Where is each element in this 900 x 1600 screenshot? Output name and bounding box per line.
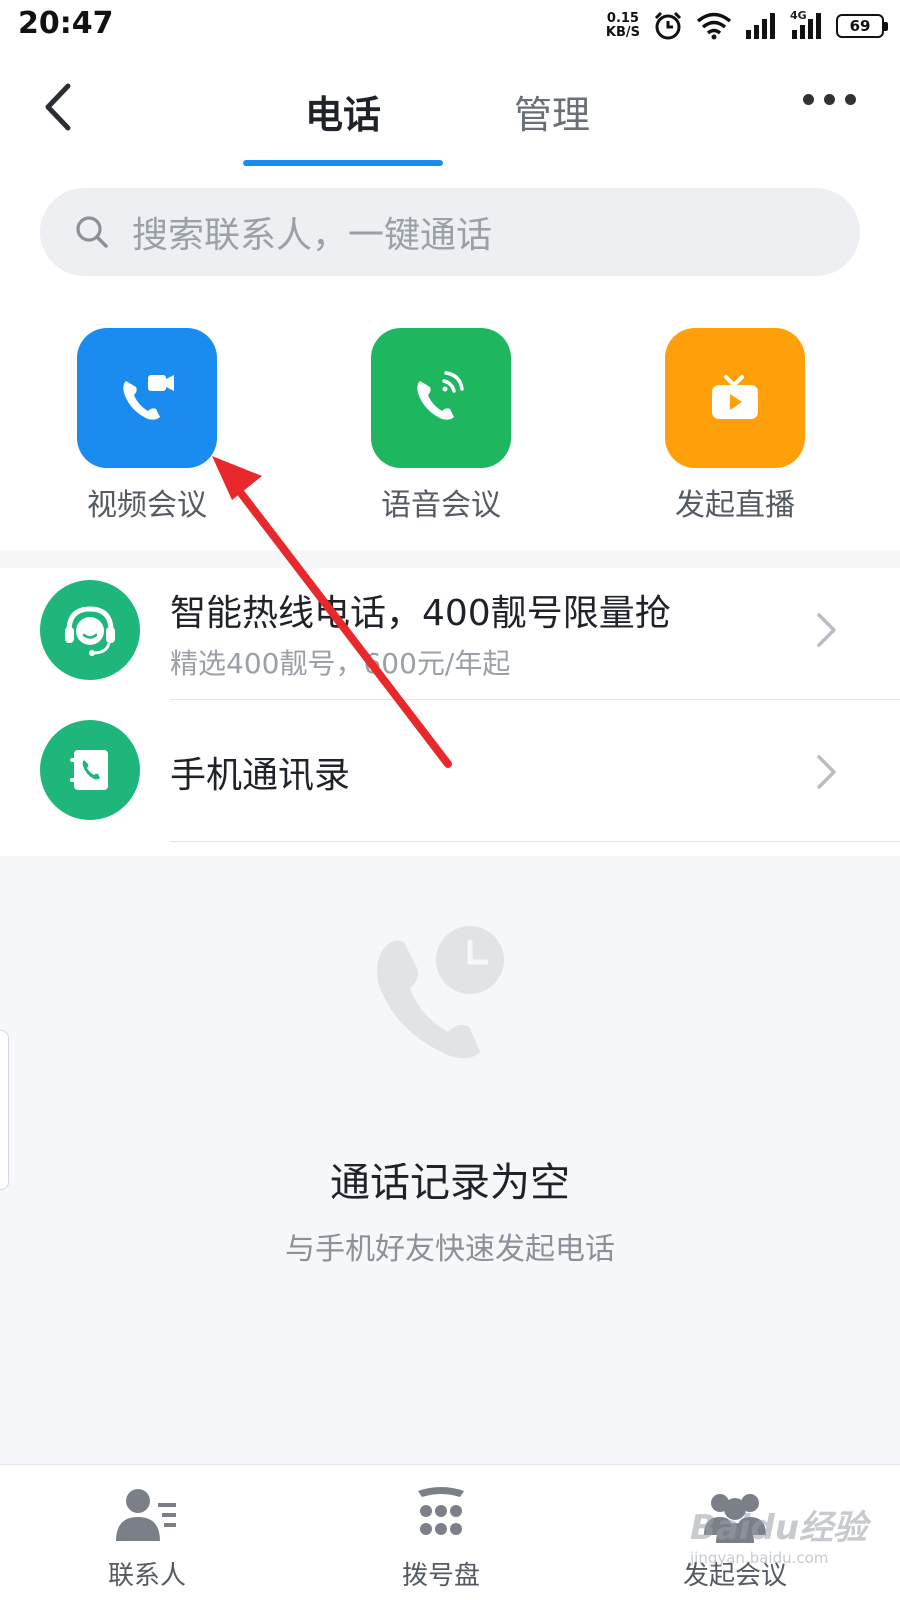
wifi-icon [696, 12, 732, 40]
search-placeholder: 搜索联系人，一键通话 [132, 215, 493, 256]
list-item-phone-contacts[interactable]: 手机通讯录 [0, 700, 900, 844]
voice-conference-button[interactable]: 语音会议 [341, 328, 541, 524]
voice-call-tile [371, 328, 511, 468]
live-tile [665, 328, 805, 468]
video-call-icon [123, 375, 174, 420]
customer-service-icon [65, 606, 115, 656]
tab-manage[interactable]: 管理 [452, 84, 652, 139]
more-dot-icon [845, 94, 856, 105]
nav-contacts-label: 联系人 [107, 1561, 186, 1591]
list-item-hotline[interactable]: 智能热线电话，400靓号限量抢 精选400靓号，600元/年起 [0, 568, 900, 712]
status-time: 20:47 [18, 6, 114, 41]
search-input[interactable]: 搜索联系人，一键通话 [40, 188, 860, 276]
start-live-label: 发起直播 [675, 488, 795, 523]
back-button[interactable] [36, 82, 86, 132]
live-tv-icon [712, 375, 758, 419]
top-header: 电话 管理 [0, 52, 900, 170]
signal-4g-icon: 4G [790, 9, 824, 40]
video-call-tile [77, 328, 217, 468]
active-tab-indicator [243, 160, 443, 166]
video-conference-label: 视频会议 [87, 488, 207, 523]
battery-indicator: 69 [836, 14, 888, 38]
baidu-jingyan-watermark: Baidu经验 jingyan.baidu.com [690, 1508, 868, 1567]
hotline-title: 智能热线电话，400靓号限量抢 [170, 593, 671, 634]
tab-phone[interactable]: 电话 [243, 84, 443, 139]
hotline-icon-circle [40, 580, 140, 680]
nav-dialpad-label: 拨号盘 [401, 1561, 480, 1591]
start-live-button[interactable]: 发起直播 [635, 328, 835, 524]
search-section: 搜索联系人，一键通话 [0, 170, 900, 290]
signal-icon [746, 13, 775, 39]
search-icon [76, 216, 108, 248]
nav-dialpad[interactable]: 拨号盘 [341, 1485, 541, 1592]
more-dot-icon [824, 94, 835, 105]
empty-state-title: 通话记录为空 [330, 1160, 570, 1206]
more-options-button[interactable] [803, 94, 856, 105]
dialpad-icon [418, 1487, 464, 1535]
chevron-right-icon [817, 613, 836, 647]
status-bar: 20:47 0.15 KB/S 4G 69 [0, 0, 900, 52]
empty-state-subtitle: 与手机好友快速发起电话 [285, 1232, 615, 1267]
network-speed: 0.15 KB/S [605, 11, 640, 40]
alarm-icon [654, 11, 682, 40]
list-divider [170, 841, 900, 842]
phone-contacts-icon [70, 750, 108, 790]
quick-actions: 视频会议 语音会议 发起直播 [0, 290, 900, 550]
more-dot-icon [803, 94, 814, 105]
contacts-icon-circle [40, 720, 140, 820]
video-conference-button[interactable]: 视频会议 [47, 328, 247, 524]
contacts-icon [116, 1489, 176, 1541]
phone-contacts-title: 手机通讯录 [170, 755, 351, 796]
status-icons: 0.15 KB/S 4G 69 [605, 8, 888, 44]
voice-conference-label: 语音会议 [381, 488, 501, 523]
service-list: 智能热线电话，400靓号限量抢 精选400靓号，600元/年起 手机通讯录 [0, 568, 900, 856]
voice-call-icon [417, 371, 464, 420]
call-history-icon [377, 920, 510, 1059]
back-arrow-icon [45, 83, 71, 131]
chevron-right-icon [817, 755, 836, 789]
side-drawer-handle[interactable] [0, 1030, 9, 1190]
hotline-subtitle: 精选400靓号，600元/年起 [170, 647, 511, 680]
nav-contacts[interactable]: 联系人 [47, 1485, 247, 1592]
